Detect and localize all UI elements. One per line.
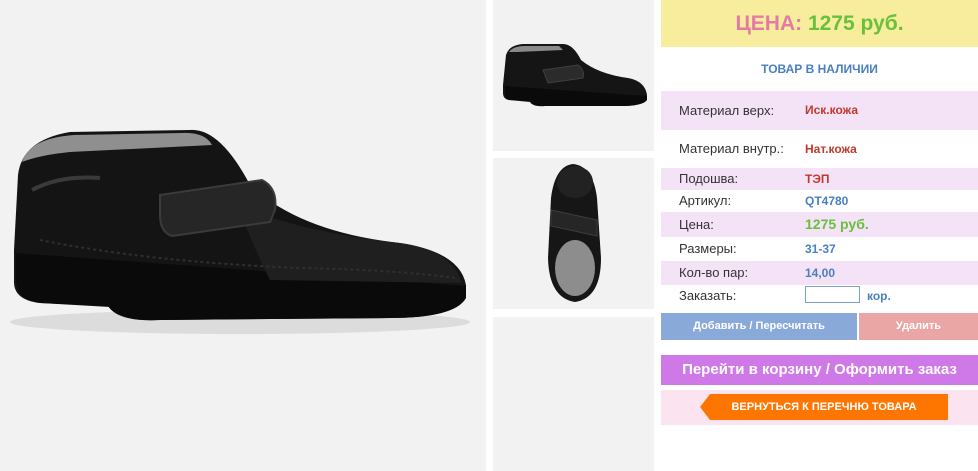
spec-row-sizes: Размеры: 31-37: [661, 237, 978, 261]
spec-label: Подошва:: [679, 171, 739, 186]
order-quantity-input[interactable]: [805, 286, 860, 303]
spec-value: 14,00: [805, 266, 836, 280]
shoe-side-illustration: [10, 129, 470, 334]
order-label: Заказать:: [679, 288, 737, 303]
spec-label: Материал внутр.:: [679, 141, 784, 156]
spec-label: Размеры:: [679, 241, 737, 256]
add-recalculate-button[interactable]: Добавить / Пересчитать: [661, 313, 857, 340]
remove-button[interactable]: Удалить: [859, 313, 978, 340]
spec-row-pairs: Кол-во пар: 14,00: [661, 261, 978, 285]
thumbnail-2[interactable]: [493, 158, 654, 309]
spec-value: QT4780: [805, 194, 849, 208]
thumbnail-1[interactable]: [493, 0, 654, 151]
spec-row-price: Цена: 1275 руб.: [661, 212, 978, 237]
order-row: Заказать: кор.: [661, 285, 978, 307]
product-info-panel: ЦЕНА: 1275 руб. ТОВАР В НАЛИЧИИ Материал…: [661, 0, 978, 471]
price-banner-value: 1275 руб.: [807, 12, 904, 35]
spec-value: 31-37: [805, 242, 836, 256]
spec-row-sole: Подошва: ТЭП: [661, 168, 978, 190]
price-banner: ЦЕНА: 1275 руб.: [661, 0, 978, 47]
stock-status: ТОВАР В НАЛИЧИИ: [761, 62, 878, 76]
spec-label: Кол-во пар:: [679, 265, 749, 280]
back-button-container: ВЕРНУТЬСЯ К ПЕРЕЧНЮ ТОВАРА: [661, 390, 978, 425]
spec-row-material-inner: Материал внутр.: Нат.кожа: [661, 130, 978, 168]
main-product-image[interactable]: [0, 0, 486, 471]
spec-label: Артикул:: [679, 193, 732, 208]
spec-label: Цена:: [679, 217, 714, 232]
shoe-side-thumbnail: [503, 44, 647, 107]
go-to-cart-button[interactable]: Перейти в корзину / Оформить заказ: [661, 355, 978, 385]
spec-row-material-upper: Материал верх: Иск.кожа: [661, 91, 978, 130]
spec-value: ТЭП: [805, 172, 830, 186]
spec-value: 1275 руб.: [805, 216, 869, 232]
price-banner-label: ЦЕНА:: [735, 12, 803, 35]
spec-label: Материал верх:: [679, 103, 775, 118]
spec-value: Нат.кожа: [805, 142, 857, 156]
order-unit: кор.: [867, 289, 891, 303]
thumbnail-3[interactable]: [493, 317, 654, 471]
spec-value: Иск.кожа: [805, 103, 858, 117]
spec-row-article: Артикул: QT4780: [661, 190, 978, 212]
shoe-top-thumbnail: [548, 164, 601, 302]
back-to-list-button[interactable]: ВЕРНУТЬСЯ К ПЕРЕЧНЮ ТОВАРА: [700, 394, 948, 420]
